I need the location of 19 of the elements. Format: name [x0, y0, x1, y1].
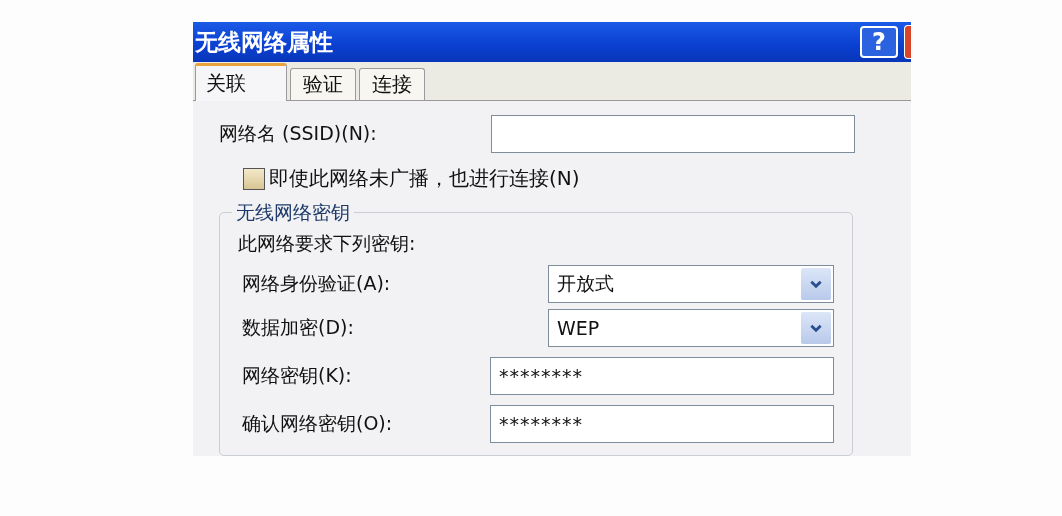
- window-title: 无线网络属性: [194, 27, 333, 57]
- field-label: 数据加密(D):: [241, 315, 355, 340]
- dropdown[interactable]: WEP: [548, 309, 834, 347]
- field-label: 网络身份验证(A):: [241, 271, 392, 296]
- dropdown[interactable]: 开放式: [548, 265, 834, 303]
- checkbox[interactable]: [243, 167, 265, 190]
- tab[interactable]: 连接: [359, 68, 425, 100]
- field-label: 网络名 (SSID)(N):: [219, 121, 378, 146]
- field-label: 确认网络密钥(O):: [241, 411, 394, 436]
- field-label: 网络密钥(K):: [241, 363, 353, 388]
- group-intro: 此网络要求下列密钥:: [238, 231, 417, 256]
- ssid-field[interactable]: [491, 115, 855, 153]
- tab[interactable]: 关联: [195, 63, 287, 101]
- checkbox-label[interactable]: 即使此网络未广播，也进行连接(N): [269, 165, 580, 192]
- close-button[interactable]: [904, 25, 911, 59]
- password-field[interactable]: ********: [490, 357, 834, 395]
- tab[interactable]: 验证: [290, 68, 356, 100]
- help-button[interactable]: ?: [860, 26, 898, 58]
- password-field[interactable]: ********: [490, 405, 834, 443]
